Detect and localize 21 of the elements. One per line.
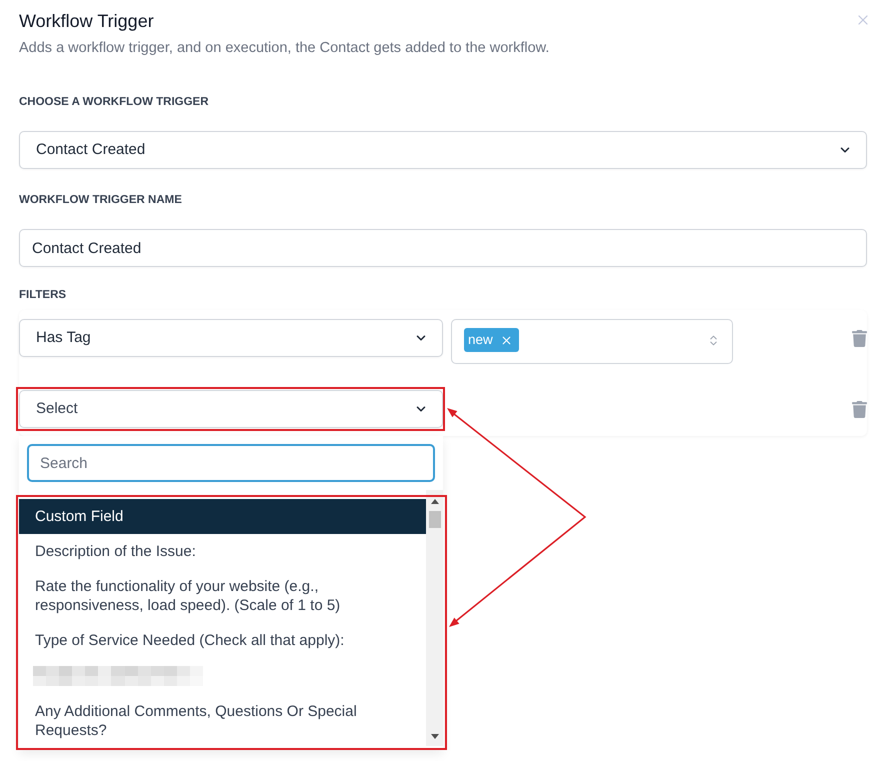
select-field[interactable]: Select [19,390,443,428]
text-input[interactable]: Contact Created [19,229,867,267]
trash-icon[interactable] [852,330,867,346]
scroll-up-icon[interactable] [430,499,438,504]
field-label: FILTERS [19,288,68,303]
select-field[interactable]: Contact Created [19,131,867,169]
search-field[interactable]: Search [27,444,435,482]
dialog-subtitle: Adds a workflow trigger, and on execution, the Contact gets added to the workflow. [19,39,550,58]
field-label: CHOOSE A WORKFLOW TRIGGER [19,95,210,110]
select-placeholder: Select [36,398,78,419]
select-value: Has Tag [36,328,91,348]
remove-icon[interactable] [500,334,513,346]
trash-icon[interactable] [852,400,867,418]
select-field[interactable]: Has Tag [19,319,443,357]
scrollbar-thumb[interactable] [428,511,440,528]
dropdown-option[interactable]: Custom Field [19,499,426,534]
tag-label: new [468,330,493,349]
dialog-title: Workflow Trigger [19,10,154,33]
field-label: WORKFLOW TRIGGER NAME [19,193,183,208]
scroll-down-icon[interactable] [430,734,438,739]
select-value: Contact Created [36,140,146,160]
